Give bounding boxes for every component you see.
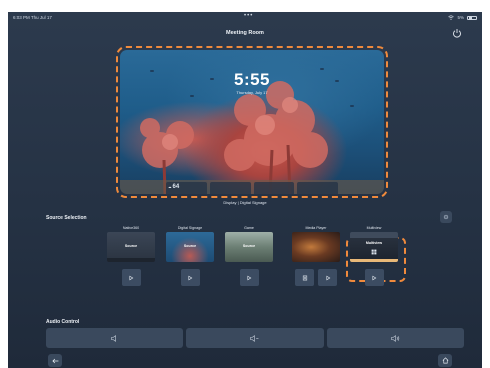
grid-icon — [371, 249, 377, 255]
volume-up-button[interactable] — [326, 328, 464, 348]
status-right: 5% — [448, 15, 477, 20]
source-media-player[interactable]: Media Player — [290, 226, 342, 286]
power-icon[interactable] — [452, 28, 462, 38]
fish — [350, 105, 354, 107]
source-thumbnail[interactable]: Multiview — [350, 232, 398, 262]
pause-button[interactable] — [295, 269, 314, 286]
play-icon — [247, 275, 252, 280]
info-widget — [209, 182, 251, 194]
source-native360[interactable]: Native360 Source — [105, 226, 157, 286]
play-button[interactable] — [180, 269, 200, 286]
source-thumb-label: Multiview — [365, 241, 383, 245]
battery-icon — [467, 15, 477, 20]
cloud-icon: ☁ — [168, 185, 172, 189]
status-dots: ••• — [244, 13, 254, 19]
weather-temp: 64 — [172, 184, 180, 190]
audio-controls — [46, 328, 464, 348]
speaker-mute-icon — [110, 334, 116, 342]
settings-button[interactable] — [440, 211, 452, 223]
home-button[interactable] — [438, 354, 452, 367]
app-frame: 6:03 PM Thu Jul 17 ••• 5% Meeting Room 5… — [8, 12, 482, 368]
source-thumb-label: Source — [242, 244, 256, 248]
signage-clock: 5:55 — [233, 70, 271, 89]
source-selection-label: Source Selection — [46, 215, 87, 221]
source-thumbnail[interactable]: Source — [166, 232, 214, 262]
status-bar: 6:03 PM Thu Jul 17 ••• 5% — [8, 12, 482, 24]
source-thumb-label: Source — [124, 244, 138, 248]
mute-button[interactable] — [46, 328, 184, 348]
play-icon — [372, 275, 377, 280]
home-icon — [442, 357, 448, 364]
info-widget — [297, 182, 338, 194]
play-icon — [326, 275, 330, 280]
source-thumb-label: Source — [183, 244, 197, 248]
play-button[interactable] — [364, 269, 384, 286]
play-icon — [188, 275, 193, 280]
signage-date: Thursday, July 17 — [236, 90, 268, 95]
preview-caption: Display | Digital Signage — [223, 200, 267, 205]
status-time: 6:03 PM Thu Jul 17 — [13, 15, 52, 20]
page-title: Meeting Room — [226, 30, 264, 36]
volume-up-icon — [391, 334, 399, 342]
back-button[interactable] — [48, 354, 62, 367]
source-digital-signage[interactable]: Digital Signage Source — [164, 226, 216, 286]
volume-down-button[interactable] — [186, 328, 324, 348]
play-button[interactable] — [239, 269, 259, 286]
info-widget — [253, 182, 295, 194]
source-thumbnail[interactable]: Source — [225, 232, 273, 262]
audio-control-label: Audio Control — [46, 319, 80, 325]
volume-down-icon — [250, 334, 259, 342]
signage-widgets: ☁ 64 — [166, 182, 338, 194]
arrow-left-icon — [51, 358, 58, 363]
battery-percent: 5% — [457, 15, 464, 20]
source-thumbnail[interactable] — [292, 232, 340, 262]
play-icon — [129, 275, 134, 280]
play-button[interactable] — [121, 269, 141, 286]
fish — [190, 95, 194, 97]
display-preview[interactable]: 5:55 Thursday, July 17 ☁ 64 — [116, 46, 388, 198]
wifi-icon — [448, 15, 455, 20]
pause-icon — [302, 275, 307, 280]
source-thumbnail[interactable]: Source — [107, 232, 155, 262]
header: Meeting Room — [8, 24, 482, 44]
source-multiview[interactable]: Multiview Multiview — [348, 226, 400, 286]
preview-image: 5:55 Thursday, July 17 ☁ 64 — [120, 50, 384, 194]
play-button[interactable] — [318, 269, 337, 286]
weather-widget: ☁ 64 — [166, 182, 207, 194]
gear-icon — [443, 214, 449, 220]
source-game[interactable]: Game Source — [223, 226, 275, 286]
